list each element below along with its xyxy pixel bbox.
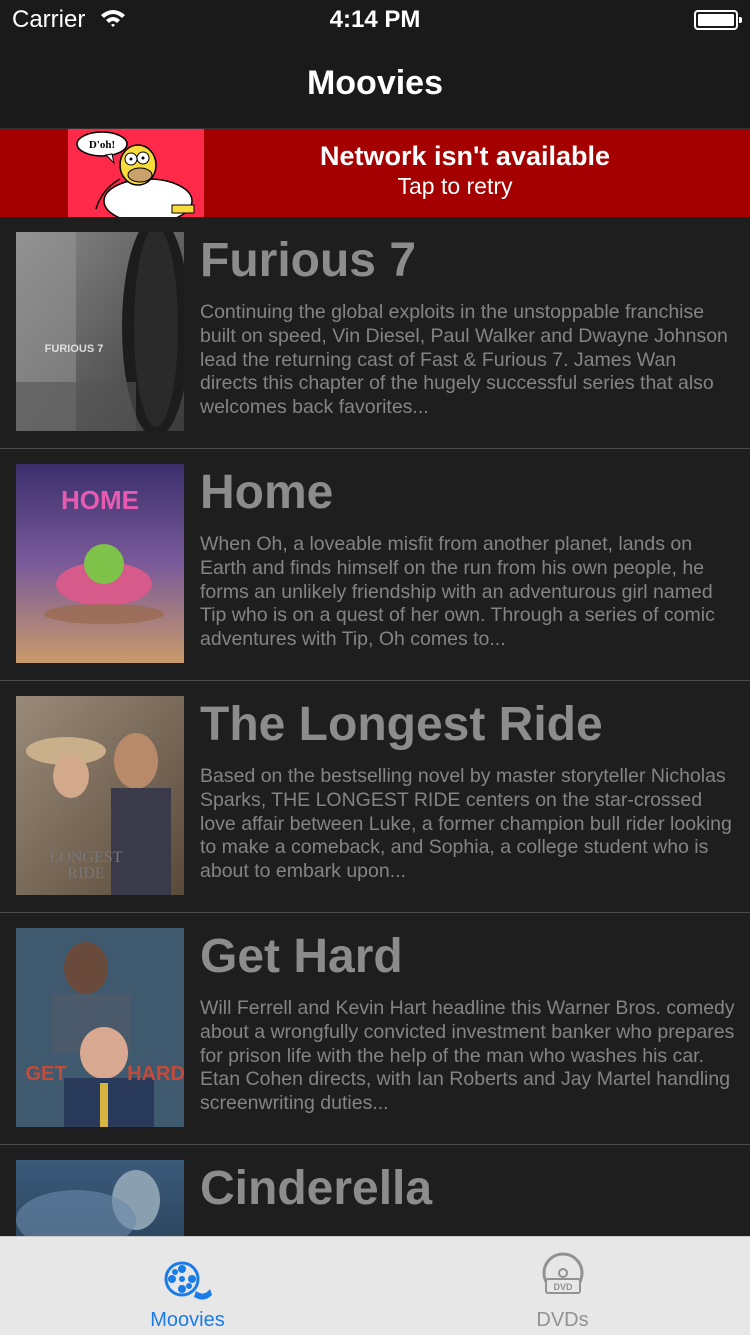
movie-synopsis: Continuing the global exploits in the un… — [200, 301, 728, 419]
poster-title-hard: HARD — [127, 1063, 184, 1085]
status-bar: Carrier 4:14 PM — [0, 0, 750, 40]
homer-image: D'oh! — [68, 129, 204, 217]
battery-icon — [694, 10, 742, 30]
movie-poster: LONGEST RIDE — [16, 696, 184, 895]
movie-row[interactable]: Cinderella — [0, 1145, 750, 1236]
movie-row[interactable]: HOME Home When Oh, a loveable misfit fro… — [0, 449, 750, 681]
navigation-bar: Moovies — [0, 40, 750, 129]
dvd-icon: DVD — [542, 1252, 583, 1294]
movie-row[interactable]: LONGEST RIDE The Longest Ride Based on t… — [0, 681, 750, 913]
dough-bubble-text: D'oh! — [89, 139, 115, 151]
banner-subtitle: Tap to retry — [397, 173, 513, 199]
movie-poster — [16, 1160, 184, 1236]
tab-moovies[interactable]: Moovies — [0, 1237, 375, 1335]
svg-text:DVD: DVD — [553, 1282, 573, 1292]
movie-title: Home — [200, 466, 334, 519]
movie-title: The Longest Ride — [200, 698, 603, 751]
movie-synopsis: Will Ferrell and Kevin Hart headline thi… — [200, 997, 735, 1115]
tab-dvds[interactable]: DVD DVDs — [375, 1237, 750, 1335]
poster-title-get: GET — [25, 1063, 66, 1085]
svg-text:HOME: HOME — [61, 485, 139, 515]
banner-title: Network isn't available — [319, 141, 611, 171]
tab-label: DVDs — [536, 1309, 589, 1331]
movie-synopsis: When Oh, a loveable misfit from another … — [200, 533, 715, 651]
tab-bar: Moovies DVD DVDs — [0, 1236, 750, 1335]
movie-poster: FURIOUS 7 — [16, 232, 184, 431]
poster-title-ride: RIDE — [67, 865, 104, 882]
network-error-banner[interactable]: D'oh! Network isn't available Tap to ret… — [0, 129, 750, 217]
movie-title: Get Hard — [200, 930, 403, 983]
poster-title-longest: LONGEST — [50, 849, 123, 866]
movie-title: Furious 7 — [200, 234, 417, 287]
clock: 4:14 PM — [329, 6, 421, 33]
movie-poster: HOME — [16, 464, 184, 663]
tab-label: Moovies — [150, 1309, 225, 1331]
movie-row[interactable]: GET HARD Get Hard Will Ferrell and Kevin… — [0, 913, 750, 1145]
movie-synopsis: Based on the bestselling novel by master… — [200, 765, 732, 883]
movie-poster: GET HARD — [16, 928, 184, 1127]
page-title: Moovies — [306, 64, 444, 102]
movie-title: Cinderella — [200, 1162, 433, 1215]
film-reel-icon — [164, 1261, 212, 1300]
movie-list[interactable]: FURIOUS 7 Furious 7 Continuing the globa… — [0, 217, 750, 1236]
poster-title-furious: FURIOUS 7 — [45, 343, 104, 355]
movie-row[interactable]: FURIOUS 7 Furious 7 Continuing the globa… — [0, 217, 750, 449]
